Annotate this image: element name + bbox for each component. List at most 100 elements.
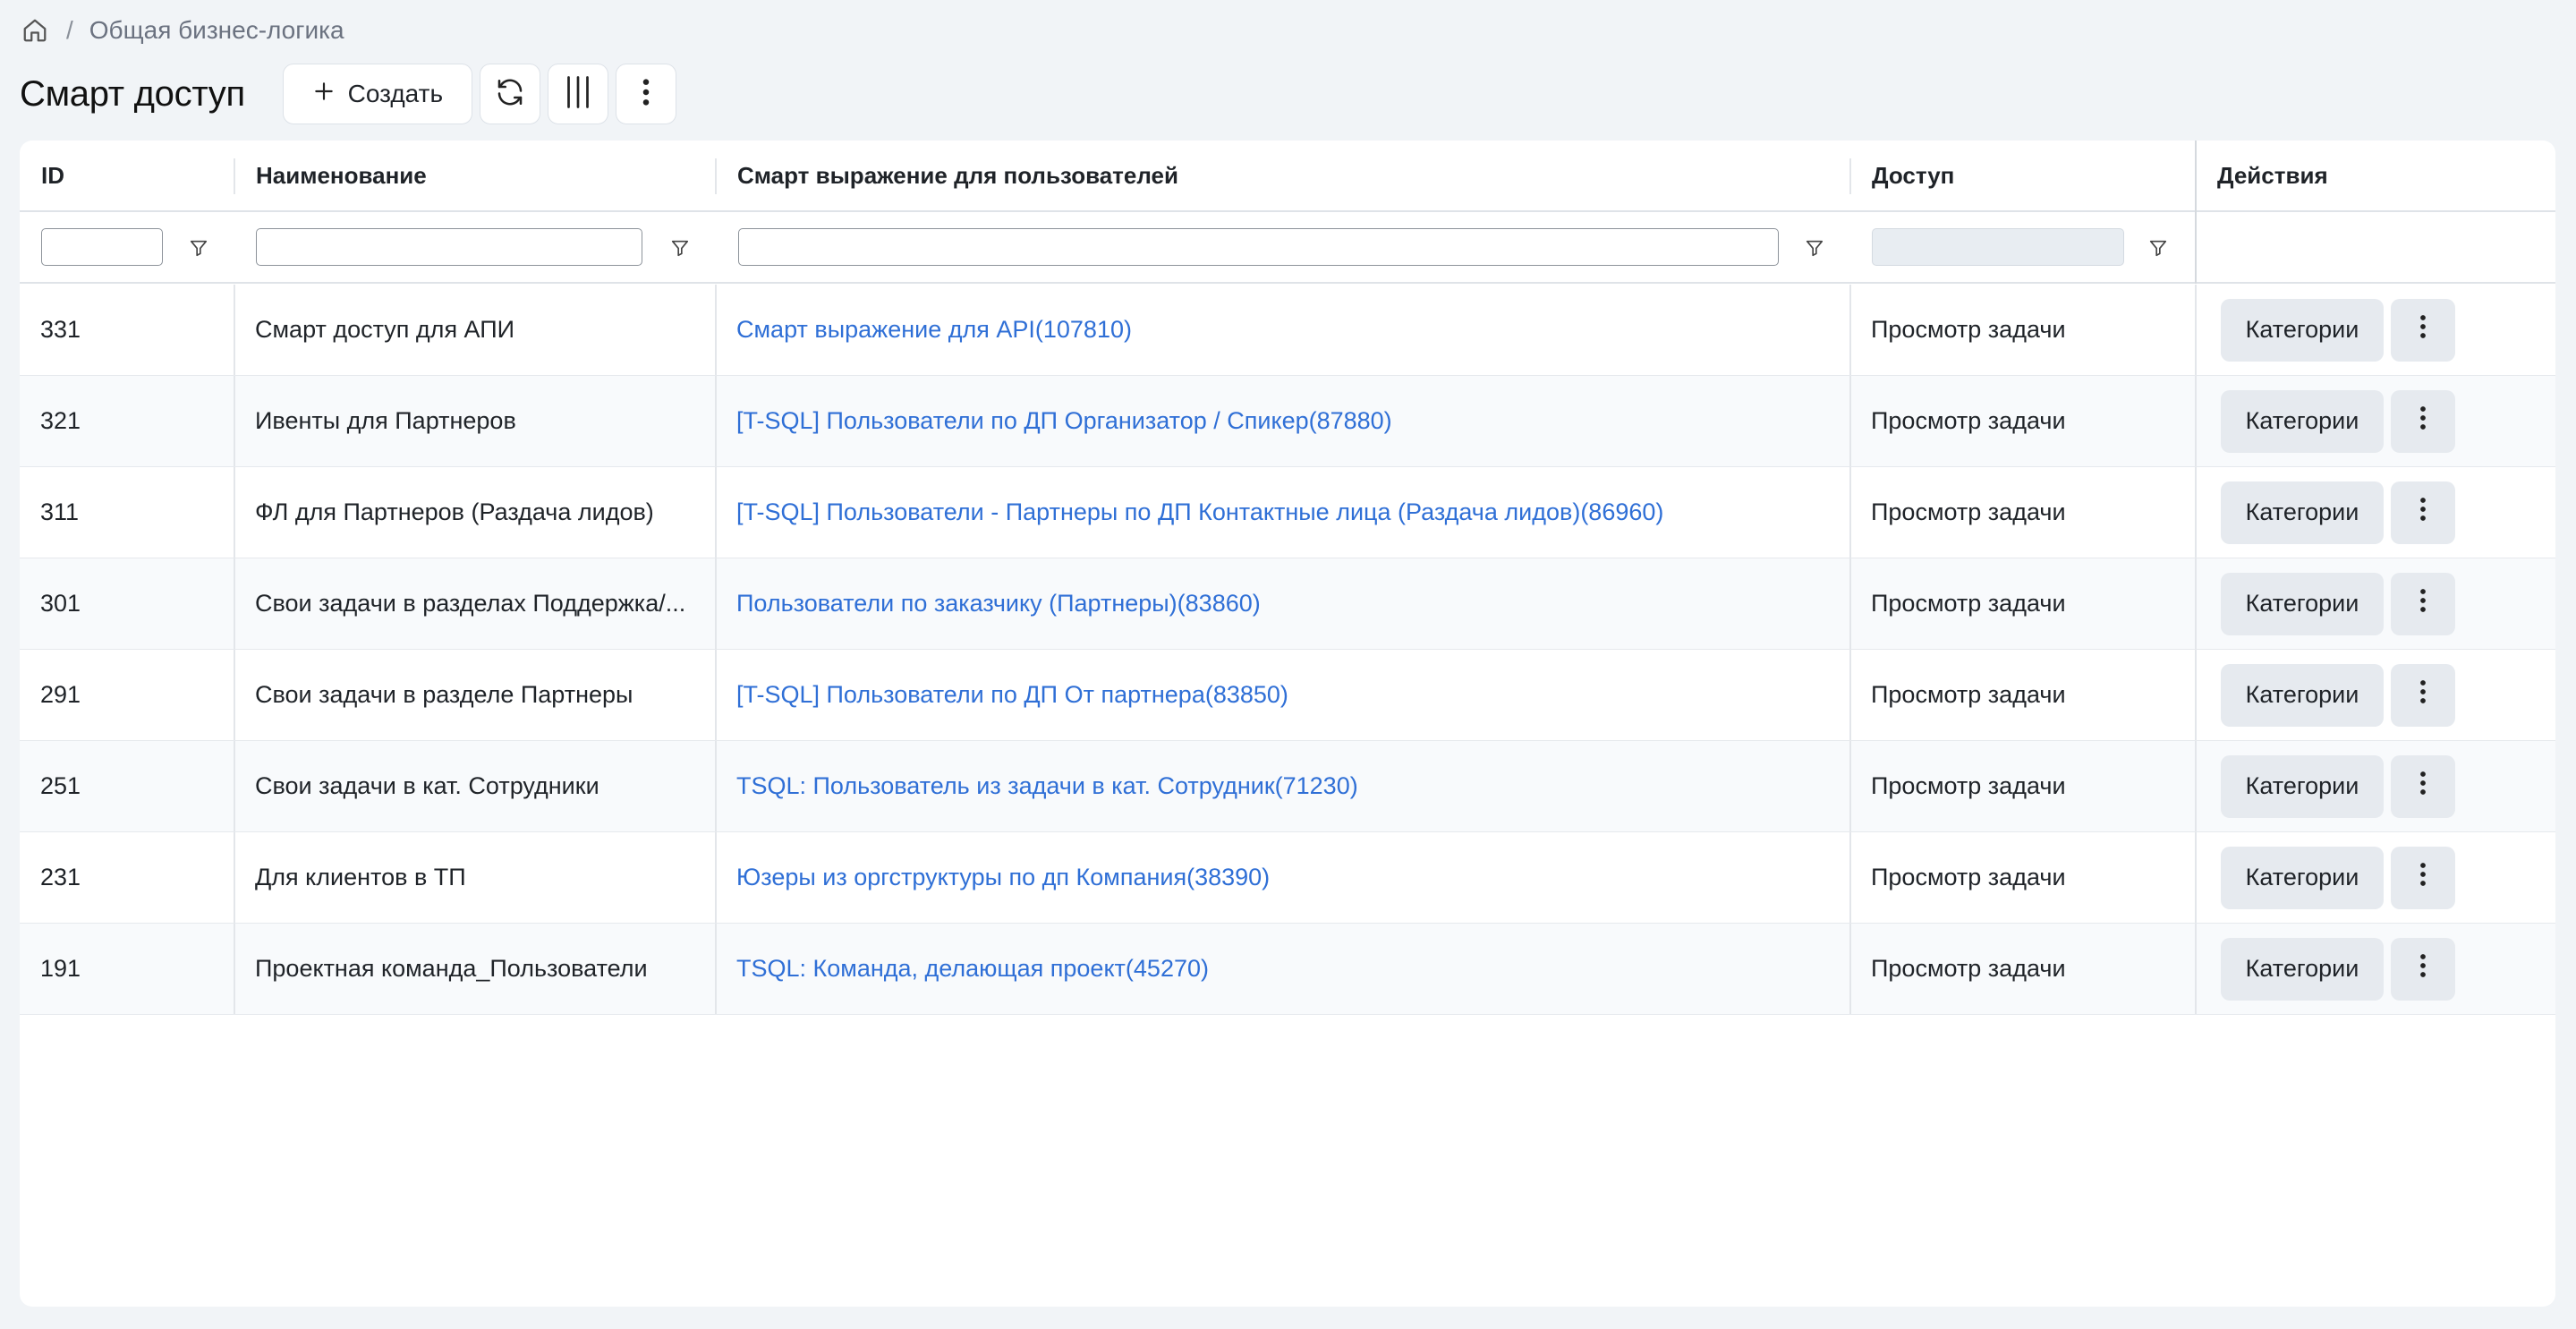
- cell-id: 231: [40, 864, 81, 890]
- refresh-icon: [494, 76, 526, 113]
- cell-expression-link[interactable]: TSQL: Команда, делающая проект(45270): [736, 955, 1209, 983]
- cell-id: 321: [40, 407, 81, 434]
- table-row[interactable]: 301 Свои задачи в разделах Поддержка/...…: [20, 558, 2555, 650]
- table-row[interactable]: 331 Смарт доступ для АПИ Смарт выражение…: [20, 285, 2555, 376]
- cell-id: 291: [40, 681, 81, 708]
- cell-name: Ивенты для Партнеров: [255, 407, 516, 434]
- cell-actions: Категории: [2196, 741, 2555, 831]
- expression-filter-input[interactable]: [738, 228, 1779, 266]
- filter-icon[interactable]: [183, 232, 215, 264]
- row-more-button[interactable]: [2391, 572, 2455, 635]
- filter-row: [20, 212, 2555, 284]
- cell-access: Просмотр задачи: [1871, 316, 2066, 343]
- table-row[interactable]: 251 Свои задачи в кат. Сотрудники TSQL: …: [20, 741, 2555, 832]
- cell-name: Смарт доступ для АПИ: [255, 316, 515, 343]
- create-button[interactable]: Создать: [282, 64, 472, 124]
- more-vertical-icon: [2419, 861, 2427, 894]
- cell-name: Проектная команда_Пользователи: [255, 955, 648, 982]
- columns-button[interactable]: [547, 64, 608, 124]
- create-button-label: Создать: [347, 80, 444, 107]
- row-more-button[interactable]: [2391, 481, 2455, 544]
- row-more-button[interactable]: [2391, 937, 2455, 1001]
- filter-icon[interactable]: [664, 232, 696, 264]
- cell-access: Просмотр задачи: [1871, 681, 2066, 708]
- cell-access: Просмотр задачи: [1871, 864, 2066, 890]
- column-header-access[interactable]: Доступ: [1850, 141, 2196, 210]
- cell-id: 331: [40, 316, 81, 343]
- categories-button[interactable]: Категории: [2221, 754, 2384, 818]
- table-row[interactable]: 321 Ивенты для Партнеров [T-SQL] Пользов…: [20, 376, 2555, 467]
- cell-id: 301: [40, 590, 81, 617]
- categories-button[interactable]: Категории: [2221, 937, 2384, 1001]
- more-vertical-icon: [2419, 952, 2427, 985]
- more-button[interactable]: [615, 64, 676, 124]
- column-header-actions: Действия: [2217, 161, 2328, 189]
- cell-actions: Категории: [2196, 650, 2555, 740]
- cell-expression-link[interactable]: Смарт выражение для API(107810): [736, 316, 1132, 344]
- page-header: Смарт доступ Создать: [20, 63, 684, 125]
- column-header-name[interactable]: Наименование: [234, 141, 716, 210]
- actions-column-divider: [2195, 141, 2197, 284]
- cell-actions: Категории: [2196, 285, 2555, 375]
- cell-actions: Категории: [2196, 558, 2555, 649]
- more-vertical-icon: [2419, 587, 2427, 620]
- cell-expression-link[interactable]: Пользователи по заказчику (Партнеры)(838…: [736, 590, 1261, 618]
- cell-access: Просмотр задачи: [1871, 590, 2066, 617]
- plus-icon: [312, 80, 336, 109]
- cell-name: Свои задачи в кат. Сотрудники: [255, 772, 599, 799]
- cell-access: Просмотр задачи: [1871, 498, 2066, 525]
- breadcrumb: / Общая бизнес-логика: [21, 13, 344, 48]
- home-icon[interactable]: [21, 16, 50, 45]
- name-filter-input[interactable]: [256, 228, 642, 266]
- cell-id: 191: [40, 955, 81, 982]
- breadcrumb-current[interactable]: Общая бизнес-логика: [89, 16, 344, 45]
- more-vertical-icon: [2419, 496, 2427, 529]
- filter-icon[interactable]: [1798, 232, 1831, 264]
- row-more-button[interactable]: [2391, 298, 2455, 362]
- cell-expression-link[interactable]: [T-SQL] Пользователи по ДП Организатор /…: [736, 407, 1392, 435]
- cell-actions: Категории: [2196, 832, 2555, 923]
- table-header: ID Наименование Смарт выражение для поль…: [20, 141, 2555, 212]
- cell-access: Просмотр задачи: [1871, 772, 2066, 799]
- row-more-button[interactable]: [2391, 663, 2455, 727]
- cell-actions: Категории: [2196, 467, 2555, 558]
- id-filter-input[interactable]: [41, 228, 163, 266]
- cell-access: Просмотр задачи: [1871, 955, 2066, 982]
- cell-expression-link[interactable]: Юзеры из оргструктуры по дп Компания(383…: [736, 864, 1270, 891]
- more-vertical-icon: [642, 77, 650, 112]
- cell-name: Свои задачи в разделах Поддержка/...: [255, 590, 686, 617]
- cell-expression-link[interactable]: [T-SQL] Пользователи - Партнеры по ДП Ко…: [736, 498, 1663, 526]
- cell-expression-link[interactable]: [T-SQL] Пользователи по ДП От партнера(8…: [736, 681, 1288, 709]
- categories-button[interactable]: Категории: [2221, 663, 2384, 727]
- table-row[interactable]: 291 Свои задачи в разделе Партнеры [T-SQ…: [20, 650, 2555, 741]
- access-filter-select[interactable]: [1872, 228, 2124, 266]
- categories-button[interactable]: Категории: [2221, 572, 2384, 635]
- cell-name: Свои задачи в разделе Партнеры: [255, 681, 633, 708]
- categories-button[interactable]: Категории: [2221, 846, 2384, 909]
- refresh-button[interactable]: [479, 64, 540, 124]
- table-row[interactable]: 231 Для клиентов в ТП Юзеры из оргструкт…: [20, 832, 2555, 924]
- filter-icon[interactable]: [2142, 232, 2174, 264]
- cell-actions: Категории: [2196, 924, 2555, 1014]
- categories-button[interactable]: Категории: [2221, 481, 2384, 544]
- cell-actions: Категории: [2196, 376, 2555, 466]
- columns-icon: [562, 74, 594, 115]
- column-header-id[interactable]: ID: [20, 141, 234, 210]
- column-header-expression[interactable]: Смарт выражение для пользователей: [716, 141, 1850, 210]
- row-more-button[interactable]: [2391, 389, 2455, 453]
- row-more-button[interactable]: [2391, 754, 2455, 818]
- cell-name: ФЛ для Партнеров (Раздача лидов): [255, 498, 654, 525]
- breadcrumb-separator: /: [66, 16, 73, 44]
- cell-access: Просмотр задачи: [1871, 407, 2066, 434]
- table-row[interactable]: 191 Проектная команда_Пользователи TSQL:…: [20, 924, 2555, 1015]
- cell-id: 251: [40, 772, 81, 799]
- more-vertical-icon: [2419, 678, 2427, 711]
- categories-button[interactable]: Категории: [2221, 389, 2384, 453]
- more-vertical-icon: [2419, 313, 2427, 346]
- row-more-button[interactable]: [2391, 846, 2455, 909]
- more-vertical-icon: [2419, 405, 2427, 438]
- categories-button[interactable]: Категории: [2221, 298, 2384, 362]
- page-title: Смарт доступ: [20, 73, 245, 114]
- table-row[interactable]: 311 ФЛ для Партнеров (Раздача лидов) [T-…: [20, 467, 2555, 558]
- cell-expression-link[interactable]: TSQL: Пользователь из задачи в кат. Сотр…: [736, 772, 1358, 800]
